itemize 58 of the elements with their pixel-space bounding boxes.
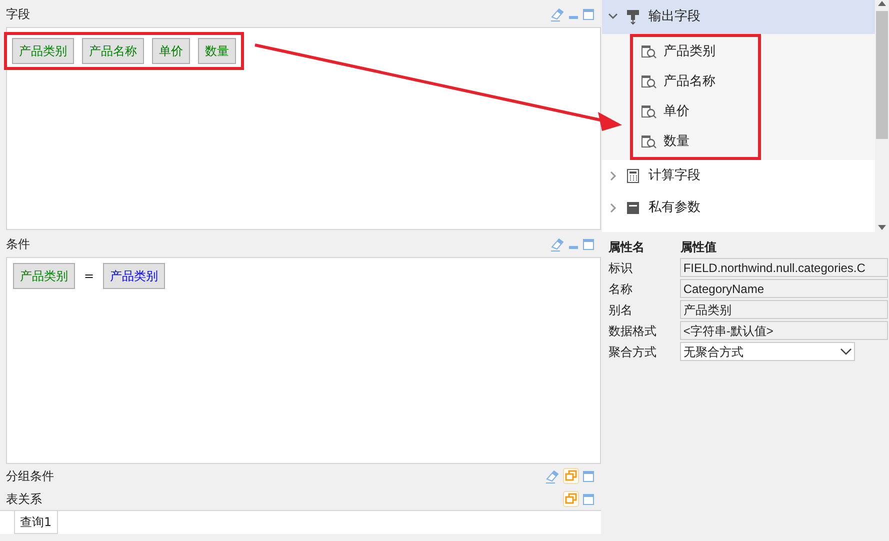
tree-child-label: 产品名称: [663, 73, 716, 92]
eraser-icon[interactable]: [550, 6, 566, 22]
property-value-field[interactable]: CategoryName: [680, 279, 888, 298]
tree-child-item[interactable]: 单价: [633, 97, 758, 127]
tree-item-label: 输出字段: [648, 8, 700, 26]
section-title: 条件: [6, 236, 30, 252]
collapse-caret-icon[interactable]: [608, 12, 618, 22]
field-chip[interactable]: 产品名称: [82, 38, 144, 64]
condition-operand[interactable]: 产品类别: [13, 263, 75, 289]
dropdown-caret-icon: [840, 348, 852, 356]
scroll-up-icon[interactable]: [877, 0, 887, 8]
tree-child-label: 产品类别: [663, 43, 716, 62]
dropdown-field[interactable]: 无聚合方式: [680, 342, 856, 361]
tree-item[interactable]: 计算字段: [602, 160, 875, 192]
restore-icon[interactable]: [563, 490, 580, 506]
expand-caret-icon[interactable]: [608, 203, 618, 213]
tree-item[interactable]: 私有参数: [602, 192, 875, 224]
section-title: 分组条件: [6, 468, 54, 484]
scrollbar-thumb[interactable]: [876, 11, 888, 139]
property-value-field[interactable]: <字符串-默认值>: [680, 321, 888, 340]
column-header: 属性值: [680, 238, 716, 256]
field-chip[interactable]: 数量: [198, 38, 236, 64]
expand-caret-icon[interactable]: [608, 171, 618, 181]
section-title: 表关系: [6, 490, 42, 508]
eraser-icon[interactable]: [550, 236, 566, 252]
field-search-icon: [641, 134, 658, 150]
field-search-icon: [641, 44, 658, 60]
condition-operator: =: [83, 268, 96, 285]
property-name: 标识: [608, 260, 634, 276]
tree-child-item[interactable]: 产品类别: [633, 37, 758, 67]
tree-item[interactable]: 输出字段: [602, 0, 875, 34]
field-chip[interactable]: 单价: [152, 38, 190, 64]
field-search-icon: [641, 74, 658, 90]
dropdown-value: 无聚合方式: [683, 344, 744, 360]
tree-item-label: 计算字段: [648, 167, 700, 186]
property-name: 名称: [608, 280, 634, 298]
tree-child-label: 单价: [663, 103, 690, 122]
field-search-icon: [641, 104, 658, 120]
tree-child-item[interactable]: 产品名称: [633, 67, 758, 97]
field-chip[interactable]: 产品类别: [12, 38, 74, 64]
scroll-down-icon[interactable]: [877, 224, 887, 232]
section-title: 字段: [6, 6, 30, 22]
calculator-icon: [626, 168, 640, 184]
tree-child-item[interactable]: 数量: [633, 127, 758, 157]
property-name: 数据格式: [608, 322, 658, 340]
parameter-icon: [626, 200, 640, 216]
eraser-icon[interactable]: [545, 468, 560, 484]
property-name: 聚合方式: [608, 344, 658, 360]
output-icon: [626, 9, 640, 25]
property-name: 别名: [608, 302, 634, 318]
tree-child-label: 数量: [663, 133, 690, 152]
restore-icon[interactable]: [563, 468, 580, 484]
property-value-field[interactable]: 产品类别: [680, 300, 888, 319]
query-tab[interactable]: 查询1: [14, 511, 58, 534]
condition-operand[interactable]: 产品类别: [103, 263, 166, 289]
property-value-field[interactable]: FIELD.northwind.null.categories.C: [680, 258, 888, 277]
tree-item-label: 私有参数: [648, 199, 700, 218]
column-header: 属性名: [608, 238, 646, 256]
